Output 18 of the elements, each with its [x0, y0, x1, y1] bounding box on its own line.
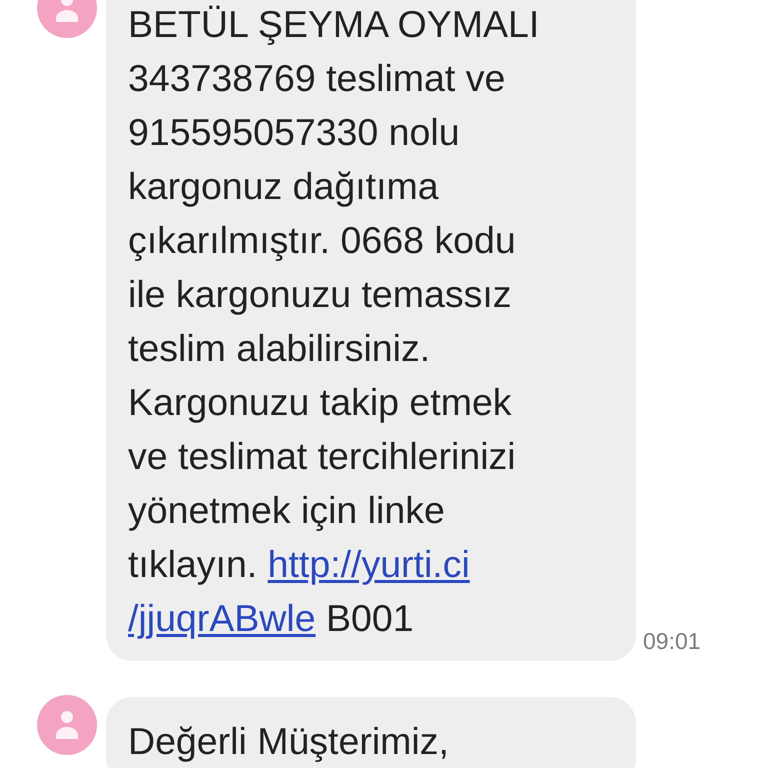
message-text: B001 — [324, 597, 414, 639]
message-text: 343738769 teslimat ve — [128, 57, 506, 99]
message-text: çıkarılmıştır. 0668 kodu — [128, 219, 516, 261]
message-text: 915595057330 nolu — [128, 111, 460, 153]
message-text: BETÜL ŞEYMA OYMALI — [128, 3, 540, 45]
message-text: kargonuz dağıtıma — [128, 165, 439, 207]
message-time: 09:01 — [643, 628, 701, 655]
message-text: tıklayın. — [128, 543, 258, 585]
message-text: teslim alabilirsiniz. — [128, 327, 430, 369]
message-link[interactable]: /jjuqrABwle — [128, 597, 316, 639]
message-text: ve teslimat tercihlerinizi — [128, 435, 516, 477]
person-icon — [56, 711, 78, 739]
message-text: ile kargonuzu temassız — [128, 273, 512, 315]
person-icon — [56, 0, 78, 22]
message-link[interactable]: http://yurti.ci — [268, 543, 470, 585]
message-text: yönetmek için linke — [128, 489, 445, 531]
message-text: Değerli Müşterimiz, — [128, 720, 449, 762]
message-text: Kargonuzu takip etmek — [128, 381, 512, 423]
